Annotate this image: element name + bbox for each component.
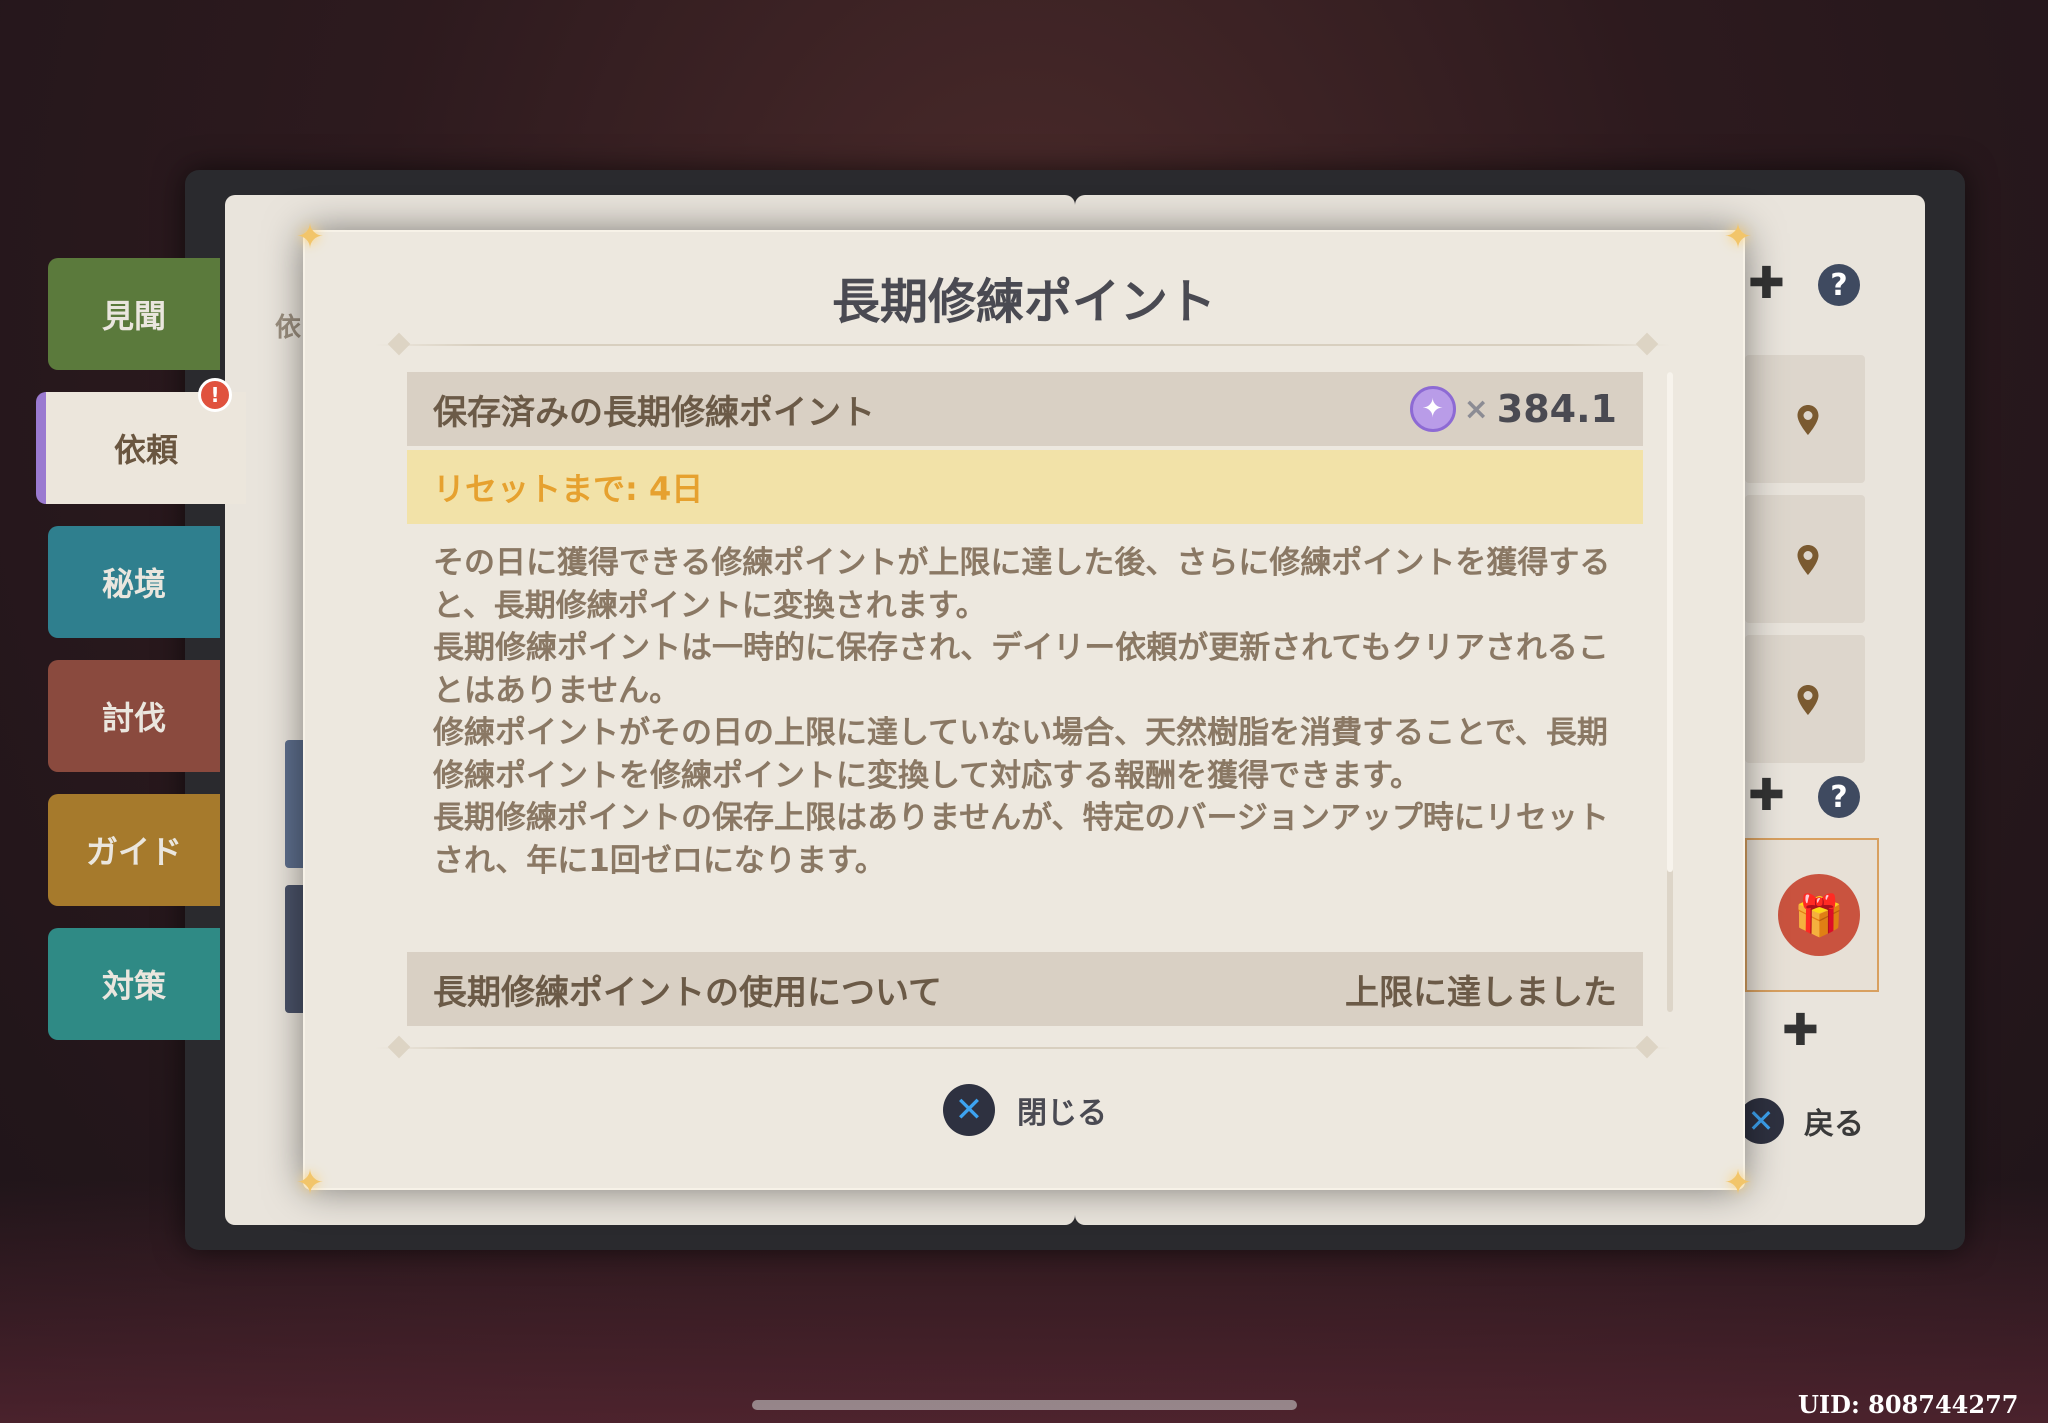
uid-label: UID: 808744277 [1798, 1390, 2019, 1419]
tab-label: 見聞 [101, 297, 166, 335]
tab-label: 依頼 [113, 431, 178, 469]
tab-toubatsu[interactable]: 討伐 [48, 660, 220, 772]
close-label: 閉じる [1017, 1096, 1107, 1131]
home-indicator[interactable] [752, 1400, 1297, 1410]
long-term-points-dialog: ✦ ✦ ✦ ✦ 長期修練ポイント 保存済みの長期修練ポイント ✦ × 384.1… [296, 220, 1753, 1200]
corner-star-icon: ✦ [1723, 1163, 1753, 1203]
tab-label: 秘境 [101, 565, 166, 603]
points-value: 384.1 [1496, 387, 1617, 431]
location-pin-icon [1797, 545, 1819, 575]
usage-status: 上限に達しました [1345, 972, 1617, 1013]
tab-taisaku[interactable]: 対策 [48, 928, 220, 1040]
tab-irai[interactable]: 依頼 ! [36, 378, 246, 504]
back-label: 戻る [1804, 1107, 1864, 1142]
dpad-icon: ✚ [1782, 1005, 1819, 1056]
corner-star-icon: ✦ [295, 217, 325, 257]
left-page-title-partial: 依 [275, 313, 302, 343]
scrollbar[interactable] [1667, 372, 1673, 1012]
dialog-title: 長期修練ポイント [831, 274, 1216, 330]
tab-guide[interactable]: ガイド [48, 794, 220, 906]
usage-info-row[interactable]: 長期修練ポイントの使用について 上限に達しました [407, 952, 1643, 1026]
tab-kenbun[interactable]: 見聞 [48, 258, 220, 370]
tab-label: ガイド [85, 833, 182, 871]
dpad-icon: ✚ [1748, 770, 1785, 821]
reset-label: リセットまで: 4日 [433, 470, 704, 508]
tab-hikyou[interactable]: 秘境 [48, 526, 220, 638]
scrollbar-thumb[interactable] [1667, 372, 1673, 872]
back-button[interactable]: ✕ 戻る [1738, 1098, 1864, 1144]
help-icon[interactable]: ? [1818, 776, 1860, 818]
location-pin-icon [1797, 685, 1819, 715]
description-paragraph: 修練ポイントがその日の上限に達していない場合、天然樹脂を消費することで、長期修練… [433, 715, 1608, 794]
dpad-icon: ✚ [1748, 258, 1785, 309]
notification-badge: ! [198, 378, 232, 412]
stored-points-label: 保存済みの長期修練ポイント [433, 392, 875, 433]
reset-countdown: リセットまで: 4日 [407, 450, 1643, 524]
description-paragraph: 長期修練ポイントは一時的に保存され、デイリー依頼が更新されてもクリアされることは… [433, 630, 1609, 709]
divider [375, 332, 1671, 356]
close-x-icon: ✕ [943, 1084, 995, 1136]
corner-star-icon: ✦ [295, 1163, 325, 1203]
points-display: ✦ × 384.1 [1409, 386, 1617, 432]
left-page-card[interactable] [285, 740, 307, 868]
usage-label: 長期修練ポイントの使用について [433, 972, 942, 1013]
tab-label: 討伐 [101, 699, 166, 737]
description-paragraph: 長期修練ポイントの保存上限はありませんが、特定のバージョンアップ時にリセットされ… [433, 800, 1609, 879]
left-page-card[interactable] [285, 885, 307, 1013]
divider [375, 1035, 1671, 1059]
corner-star-icon: ✦ [1723, 217, 1753, 257]
help-icon[interactable]: ? [1818, 264, 1860, 306]
close-x-icon: ✕ [1738, 1098, 1784, 1144]
times-sign: × [1463, 391, 1489, 427]
description-paragraph: その日に獲得できる修練ポイントが上限に達した後、さらに修練ポイントを獲得すると、… [433, 545, 1611, 624]
description-text: その日に獲得できる修練ポイントが上限に達した後、さらに修練ポイントを獲得すると、… [433, 542, 1623, 882]
tab-label: 対策 [101, 967, 166, 1005]
training-point-icon: ✦ [1409, 386, 1456, 432]
location-pin-icon [1797, 405, 1819, 435]
stored-points-row: 保存済みの長期修練ポイント ✦ × 384.1 [407, 372, 1643, 446]
close-button[interactable]: ✕ 閉じる [943, 1084, 1107, 1136]
gift-icon[interactable]: 🎁 [1778, 874, 1860, 956]
